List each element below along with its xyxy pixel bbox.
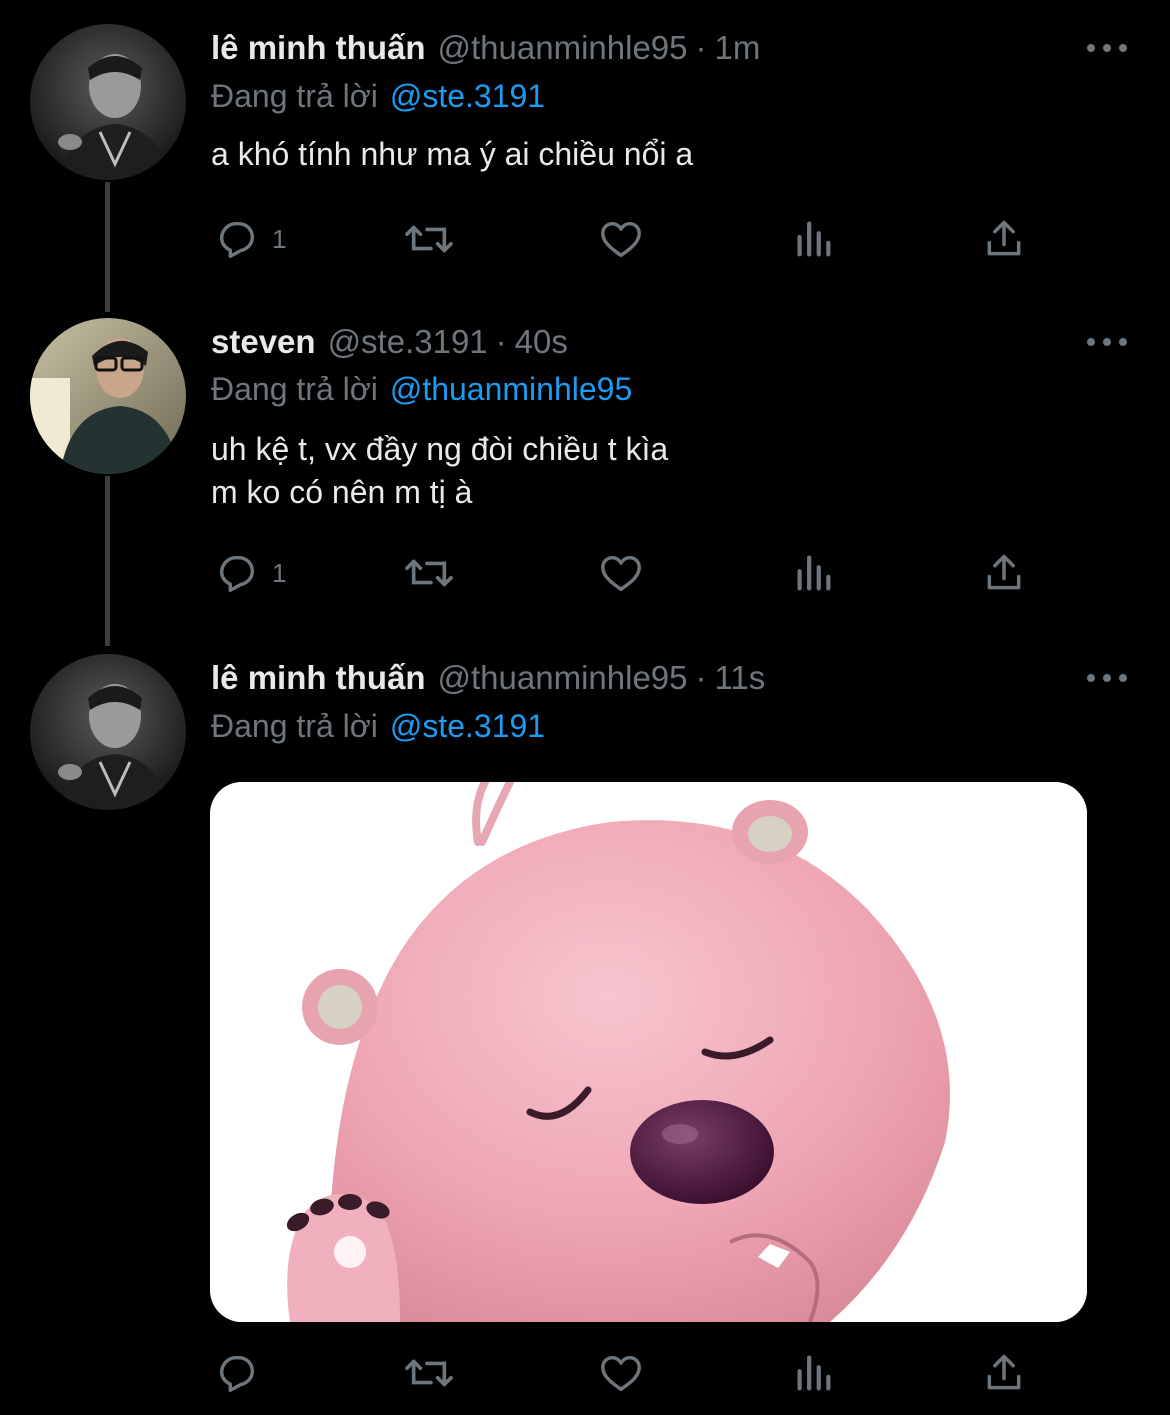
like-icon: [601, 221, 641, 258]
like-button[interactable]: [597, 548, 645, 598]
retweet-icon: [405, 225, 453, 253]
tweet-header: lê minh thuấn @thuanminhle95 · 1m: [211, 26, 760, 70]
share-button[interactable]: [982, 1348, 1026, 1398]
retweet-button[interactable]: [401, 1348, 457, 1398]
share-button[interactable]: [982, 214, 1026, 264]
avatar-thuan[interactable]: [30, 24, 186, 180]
share-icon: [987, 554, 1021, 590]
reply-context: Đang trả lời @ste.3191: [211, 704, 545, 748]
tweet-text: a khó tính như ma ý ai chiều nổi a: [211, 136, 694, 172]
timestamp[interactable]: 11s: [715, 656, 766, 700]
avatar-steven[interactable]: [30, 318, 186, 474]
reply-prefix: Đang trả lời: [211, 708, 378, 744]
action-bar: 1: [0, 548, 1170, 598]
reply-context: Đang trả lời @ste.3191: [211, 74, 545, 118]
pink-beaver-sticker-image[interactable]: [210, 782, 1087, 1322]
share-icon: [987, 220, 1021, 256]
more-icon[interactable]: [1087, 672, 1127, 684]
more-icon[interactable]: [1087, 336, 1127, 348]
views-icon: [797, 1355, 831, 1391]
display-name[interactable]: steven: [211, 320, 316, 364]
reply-count: 1: [272, 557, 287, 588]
tweet-header: lê minh thuấn @thuanminhle95 · 11s: [211, 656, 765, 700]
views-icon: [797, 555, 831, 591]
retweet-icon: [405, 559, 453, 587]
avatar-thuan[interactable]: [30, 654, 186, 810]
reply-to-link[interactable]: @thuanminhle95: [390, 371, 632, 407]
tweet-text: uh kệ t, vx đầy ng đòi chiều t kìa m ko …: [211, 431, 669, 510]
reply-icon: [219, 555, 255, 592]
reply-context: Đang trả lời @thuanminhle95: [211, 367, 632, 411]
like-icon: [601, 1355, 641, 1392]
reply-icon: [219, 221, 255, 258]
views-button[interactable]: [792, 548, 834, 598]
reply-to-link[interactable]: @ste.3191: [390, 78, 545, 114]
like-button[interactable]: [597, 214, 645, 264]
separator: ·: [495, 323, 507, 360]
retweet-button[interactable]: [401, 548, 457, 598]
tweet-1[interactable]: lê minh thuấn @thuanminhle95 · 1m Đang t…: [0, 24, 1170, 294]
like-icon: [601, 555, 641, 592]
action-bar: 1: [0, 214, 1170, 264]
separator: ·: [695, 659, 707, 696]
views-icon: [797, 221, 831, 257]
like-button[interactable]: [597, 1348, 645, 1398]
tweet-2[interactable]: steven @ste.3191 · 40s Đang trả lời @thua…: [0, 318, 1170, 618]
share-button[interactable]: [982, 548, 1026, 598]
reply-icon: [219, 1355, 255, 1392]
display-name[interactable]: lê minh thuấn: [211, 26, 426, 70]
more-icon[interactable]: [1087, 42, 1127, 54]
tweet-header: steven @ste.3191 · 40s: [211, 320, 568, 364]
share-icon: [987, 1354, 1021, 1390]
reply-button[interactable]: 1: [214, 214, 286, 264]
views-button[interactable]: [792, 214, 834, 264]
reply-to-link[interactable]: @ste.3191: [390, 708, 545, 744]
reply-count: 1: [272, 223, 287, 254]
reply-button[interactable]: [214, 1348, 260, 1398]
views-button[interactable]: [792, 1348, 834, 1398]
retweet-button[interactable]: [401, 214, 457, 264]
handle[interactable]: @thuanminhle95: [438, 26, 688, 70]
action-bar: [0, 1348, 1170, 1398]
handle[interactable]: @ste.3191: [328, 320, 488, 364]
handle[interactable]: @thuanminhle95: [438, 656, 688, 700]
timestamp[interactable]: 40s: [515, 320, 568, 364]
reply-prefix: Đang trả lời: [211, 78, 378, 114]
reply-prefix: Đang trả lời: [211, 371, 378, 407]
timestamp[interactable]: 1m: [715, 26, 761, 70]
reply-button[interactable]: 1: [214, 548, 286, 598]
retweet-icon: [405, 1359, 453, 1387]
display-name[interactable]: lê minh thuấn: [211, 656, 426, 700]
separator: ·: [695, 29, 707, 66]
